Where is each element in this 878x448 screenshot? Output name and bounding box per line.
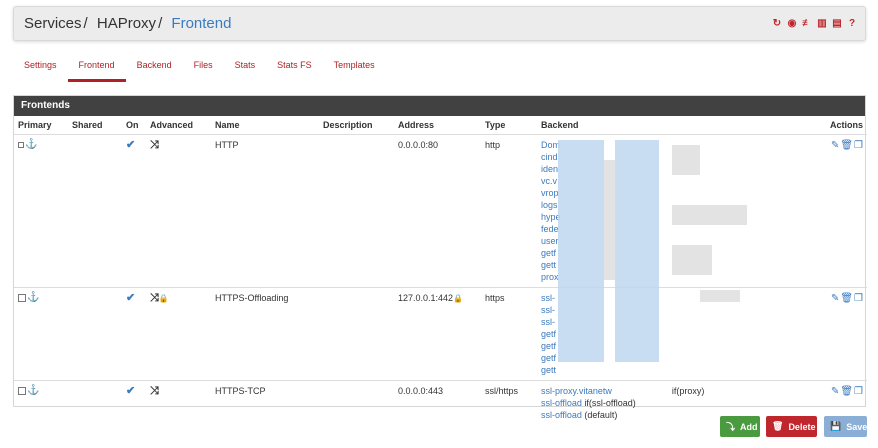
- redaction-block: [672, 245, 712, 275]
- breadcrumb-services[interactable]: Services: [24, 15, 82, 32]
- save-label: Save: [846, 421, 868, 432]
- col-description: Description: [319, 116, 394, 135]
- redaction-block: [615, 140, 659, 362]
- enabled-check-icon: ✔: [126, 384, 136, 397]
- frontend-name: HTTP: [211, 134, 319, 288]
- col-backend: Backend: [537, 116, 808, 135]
- tab-backend[interactable]: Backend: [126, 56, 183, 82]
- frontend-name: HTTPS-TCP: [215, 385, 266, 396]
- col-shared: Shared: [68, 116, 122, 135]
- stop-icon[interactable]: ◉: [787, 18, 797, 29]
- lock-icon: 🔒: [158, 293, 169, 303]
- tab-bar: Settings Frontend Backend Files Stats St…: [13, 56, 386, 82]
- breadcrumb-separator: /: [158, 15, 163, 32]
- frontend-description: [319, 134, 394, 288]
- anchor-icon: ⚓: [25, 139, 38, 151]
- frontend-address: 127.0.0.1:442: [398, 292, 454, 303]
- frontend-address: 0.0.0.0:80: [394, 134, 481, 288]
- copy-icon[interactable]: ❐: [854, 386, 863, 397]
- delete-label: Delete: [788, 421, 816, 432]
- delete-icon[interactable]: 🗑: [840, 140, 853, 151]
- redaction-block: [672, 145, 700, 175]
- frontend-description: [319, 380, 394, 425]
- header-bar: Services / HAProxy / Frontend ↻ ◉ ≢ ▥ ▤ ?: [13, 6, 866, 41]
- add-label: Add: [740, 421, 758, 432]
- row-actions: ✎🗑❐: [808, 287, 867, 381]
- row-actions: ✎🗑❐: [808, 134, 867, 288]
- col-on: On: [122, 116, 146, 135]
- edit-icon[interactable]: ✎: [831, 140, 839, 151]
- select-checkbox[interactable]: [18, 294, 26, 303]
- shuffle-icon: ⤨: [150, 291, 159, 304]
- add-button[interactable]: ⤵ Add: [720, 416, 760, 437]
- select-checkbox[interactable]: [18, 142, 24, 149]
- select-checkbox[interactable]: [18, 387, 26, 396]
- add-icon: ⤵: [726, 422, 736, 432]
- tab-files[interactable]: Files: [183, 56, 224, 82]
- help-icon[interactable]: ?: [847, 18, 857, 29]
- tab-templates[interactable]: Templates: [323, 56, 386, 82]
- frontend-type: http: [481, 134, 537, 288]
- frontend-name: HTTPS-Offloading: [211, 287, 319, 381]
- frontend-type: https: [481, 287, 537, 381]
- col-type: Type: [481, 116, 537, 135]
- save-button[interactable]: 💾 Save: [824, 416, 867, 437]
- tab-frontend[interactable]: Frontend: [67, 56, 126, 82]
- frontend-description: [319, 287, 394, 381]
- backend-link[interactable]: gett: [541, 364, 804, 376]
- backend-link[interactable]: ssl-offload (default): [541, 409, 804, 421]
- col-address: Address: [394, 116, 481, 135]
- settings-icon[interactable]: ≢: [802, 18, 812, 29]
- edit-icon[interactable]: ✎: [831, 386, 839, 397]
- anchor-icon: ⚓: [27, 292, 40, 304]
- redaction-block: [672, 205, 747, 225]
- col-advanced: Advanced: [146, 116, 211, 135]
- breadcrumb-frontend[interactable]: Frontend: [171, 15, 231, 32]
- tab-stats[interactable]: Stats: [224, 56, 267, 82]
- delete-button[interactable]: 🗑 Delete: [766, 416, 817, 437]
- col-name: Name: [211, 116, 319, 135]
- lock-icon: 🔒: [453, 293, 464, 303]
- anchor-icon: ⚓: [27, 385, 40, 397]
- col-primary: Primary: [14, 116, 68, 135]
- copy-icon[interactable]: ❐: [854, 293, 863, 304]
- backend-link[interactable]: ssl-proxy.vitanetw if(proxy): [541, 385, 804, 397]
- redaction-block: [604, 160, 615, 280]
- frontends-table: Primary Shared On Advanced Name Descript…: [14, 116, 867, 425]
- delete-icon[interactable]: 🗑: [840, 293, 853, 304]
- breadcrumb: Services / HAProxy / Frontend: [24, 15, 231, 32]
- enabled-check-icon: ✔: [126, 138, 136, 151]
- enabled-check-icon: ✔: [126, 291, 136, 304]
- backend-link[interactable]: ssl-offload if(ssl-offload): [541, 397, 804, 409]
- redaction-block: [558, 140, 604, 362]
- breadcrumb-separator: /: [83, 15, 88, 32]
- tab-stats-fs[interactable]: Stats FS: [266, 56, 323, 82]
- redaction-block: [700, 290, 740, 302]
- redaction-block: [700, 140, 765, 160]
- trash-icon: 🗑: [772, 421, 784, 431]
- delete-icon[interactable]: 🗑: [840, 386, 853, 397]
- tab-settings[interactable]: Settings: [13, 56, 68, 82]
- shuffle-icon: ⤨: [150, 384, 159, 397]
- table-header-row: Primary Shared On Advanced Name Descript…: [14, 116, 867, 135]
- shuffle-icon: ⤨: [150, 138, 159, 151]
- frontend-type: ssl/https: [485, 385, 519, 396]
- save-icon: 💾: [830, 421, 842, 431]
- chart-icon[interactable]: ▥: [817, 18, 827, 29]
- header-icons: ↻ ◉ ≢ ▥ ▤ ?: [772, 18, 857, 29]
- copy-icon[interactable]: ❐: [854, 140, 863, 151]
- frontend-address: 0.0.0.0:443: [398, 385, 444, 396]
- col-actions: Actions: [808, 116, 867, 135]
- list-icon[interactable]: ▤: [832, 18, 842, 29]
- breadcrumb-haproxy[interactable]: HAProxy: [97, 15, 156, 32]
- reload-icon[interactable]: ↻: [772, 18, 782, 29]
- edit-icon[interactable]: ✎: [831, 293, 839, 304]
- panel-title: Frontends: [14, 96, 865, 116]
